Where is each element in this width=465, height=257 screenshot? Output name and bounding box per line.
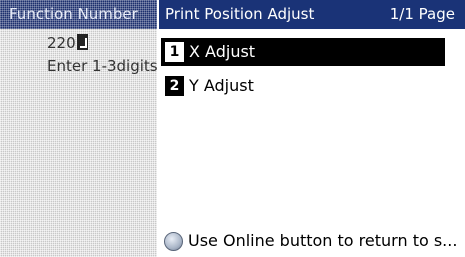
- background-function-panel: Function Number 220 Enter 1-3digits: [0, 0, 160, 257]
- background-panel-header: Function Number: [0, 0, 160, 29]
- menu-item-label: X Adjust: [189, 42, 256, 61]
- footer-hint-text: Use Online button to return to s...: [188, 231, 458, 250]
- item-number-badge: 2: [165, 76, 184, 96]
- printer-panel-screen: Function Number 220 Enter 1-3digits Prin…: [0, 0, 465, 257]
- dialog-title: Print Position Adjust: [165, 5, 315, 23]
- footer-hint: Use Online button to return to s...: [162, 229, 465, 253]
- dialog-title-bar: Print Position Adjust 1/1 Page: [159, 0, 465, 29]
- function-number-text: 220: [47, 34, 76, 52]
- menu-item-x-adjust[interactable]: 1 X Adjust: [161, 38, 445, 66]
- print-position-adjust-dialog: Print Position Adjust 1/1 Page 1 X Adjus…: [157, 0, 465, 257]
- item-number-badge: 1: [165, 42, 184, 62]
- menu-item-y-adjust[interactable]: 2 Y Adjust: [161, 72, 445, 100]
- online-button-icon: [164, 232, 183, 251]
- function-number-hint: Enter 1-3digits: [47, 57, 158, 75]
- enter-cursor-icon: [76, 34, 88, 50]
- menu-item-label: Y Adjust: [189, 76, 254, 95]
- function-number-value: 220: [47, 33, 88, 53]
- page-indicator: 1/1 Page: [389, 5, 455, 23]
